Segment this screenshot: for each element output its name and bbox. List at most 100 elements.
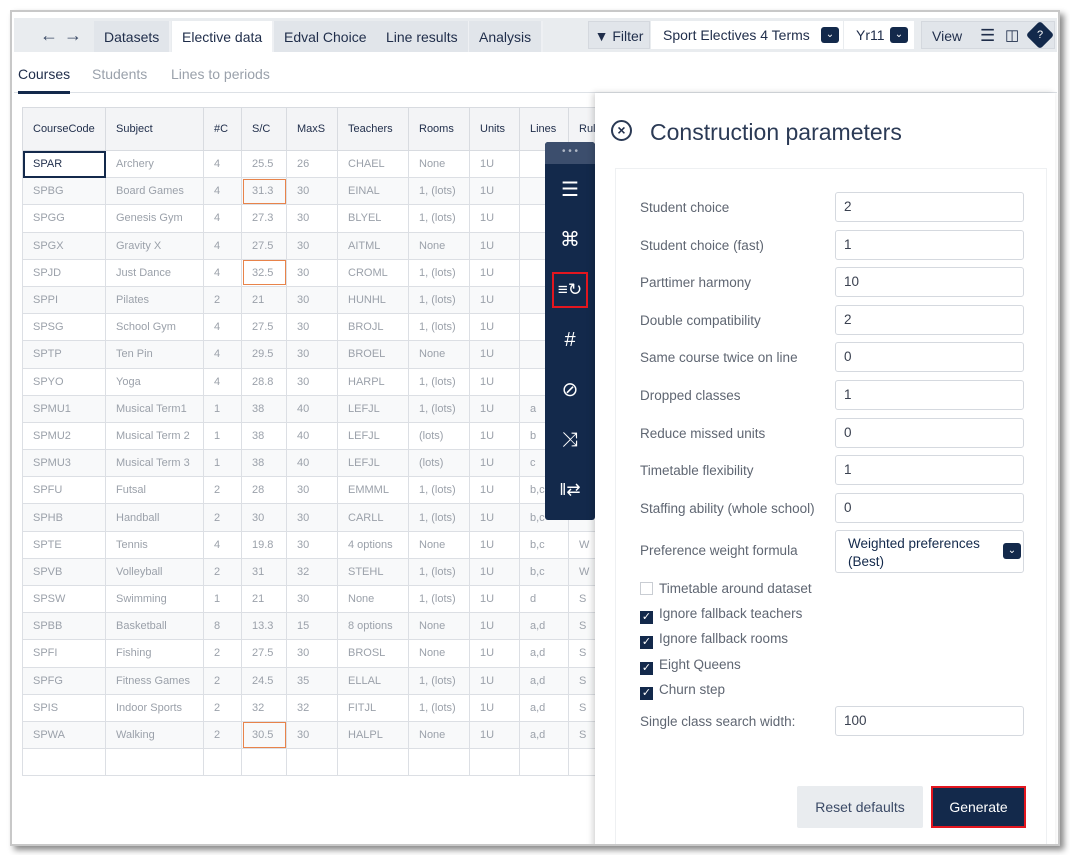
table-cell[interactable]: 1U	[469, 149, 520, 179]
table-cell[interactable]: d	[519, 584, 569, 614]
close-icon[interactable]: ×	[611, 120, 632, 141]
checkbox-item[interactable]: ✓ Ignore fallback rooms	[640, 631, 788, 649]
table-cell[interactable]: 1, (lots)	[408, 285, 470, 315]
table-cell[interactable]: 1	[203, 394, 242, 423]
table-cell[interactable]: None	[408, 231, 470, 260]
filter-button[interactable]: ▼ Filter	[588, 21, 650, 49]
table-cell[interactable]: 8	[203, 612, 242, 641]
table-cell[interactable]: 2	[203, 557, 242, 587]
table-cell[interactable]: SPGG	[22, 204, 106, 233]
table-row[interactable]: SPHB Handball 2 30 30 CARLL 1, (lots) 1U b,c	[22, 503, 609, 532]
table-cell[interactable]: Archery	[105, 149, 204, 179]
table-cell[interactable]: HALPL	[337, 720, 409, 750]
table-cell[interactable]	[105, 748, 204, 777]
table-row[interactable]: SPVB Volleyball 2 31 32 STEHL 1, (lots) 1U b,c W	[22, 557, 609, 587]
layout-icon[interactable]: ◫	[1005, 22, 1019, 50]
table-cell[interactable]: 1, (lots)	[408, 584, 470, 614]
column-header[interactable]: CourseCode	[22, 107, 106, 151]
table-cell[interactable]: SPAR	[22, 149, 106, 179]
table-cell[interactable]: BROSL	[337, 639, 409, 668]
table-cell[interactable]: SPJD	[22, 258, 106, 287]
table-cell[interactable]: STEHL	[337, 557, 409, 587]
table-cell[interactable]: 28	[241, 476, 287, 505]
column-header[interactable]: S/C	[241, 107, 287, 151]
column-header[interactable]: MaxS	[286, 107, 338, 151]
table-cell[interactable]: 1U	[469, 285, 520, 315]
formula-select[interactable]: Weighted preferences (Best) ⌄	[835, 530, 1024, 573]
table-cell[interactable]: 8 options	[337, 612, 409, 641]
table-row[interactable]: SPMU3 Musical Term 3 1 38 40 LEFJL (lots) 1U c	[22, 449, 609, 478]
table-cell[interactable]: 30	[286, 231, 338, 260]
table-row[interactable]: SPFG Fitness Games 2 24.5 35 ELLAL 1, (lots) 1U…	[22, 666, 609, 695]
table-cell[interactable]: 1, (lots)	[408, 666, 470, 695]
table-cell[interactable]: 1U	[469, 530, 520, 559]
table-cell[interactable]: 1, (lots)	[408, 693, 470, 722]
checkbox-item[interactable]: Timetable around dataset	[640, 581, 812, 596]
table-cell[interactable]: b,c	[519, 530, 569, 559]
table-row[interactable]: SPGG Genesis Gym 4 27.3 30 BLYEL 1, (lots) 1U	[22, 204, 609, 233]
table-row[interactable]: SPSG School Gym 4 27.5 30 BROJL 1, (lots) 1U	[22, 313, 609, 342]
table-cell[interactable]: FITJL	[337, 693, 409, 722]
table-cell[interactable]: 30	[286, 285, 338, 315]
table-cell[interactable]: 27.5	[241, 231, 287, 260]
table-cell[interactable]: Gravity X	[105, 231, 204, 260]
table-cell[interactable]: CROML	[337, 258, 409, 287]
table-cell[interactable]: 38	[241, 449, 287, 478]
table-cell[interactable]: 30	[286, 177, 338, 206]
table-cell[interactable]: Musical Term1	[105, 394, 204, 423]
table-row[interactable]: SPGX Gravity X 4 27.5 30 AITML None 1U	[22, 231, 609, 260]
field-input[interactable]: 2	[835, 304, 1024, 335]
table-row[interactable]: SPMU2 Musical Term 2 1 38 40 LEFJL (lots) 1U b	[22, 421, 609, 451]
hash-icon[interactable]: #	[552, 322, 588, 358]
table-cell[interactable]: Musical Term 3	[105, 449, 204, 478]
table-cell[interactable]: 1U	[469, 258, 520, 287]
tab-edval-choice[interactable]: Edval Choice	[274, 21, 379, 52]
table-cell[interactable]: 1, (lots)	[408, 258, 470, 287]
subtab-lines-to-periods[interactable]: Lines to periods	[171, 66, 270, 82]
table-row[interactable]: SPAR Archery 4 25.5 26 CHAEL None 1U	[22, 149, 609, 179]
table-cell[interactable]: 4	[203, 340, 242, 369]
table-cell[interactable]: SPWA	[22, 720, 106, 750]
table-cell[interactable]: Tennis	[105, 530, 204, 559]
table-cell[interactable]: None	[408, 340, 470, 369]
table-cell[interactable]: 2	[203, 693, 242, 722]
table-cell[interactable]: 1U	[469, 394, 520, 423]
table-cell[interactable]: 25.5	[241, 149, 287, 179]
table-cell[interactable]: 30	[286, 367, 338, 396]
table-cell[interactable]: a,d	[519, 612, 569, 641]
table-cell[interactable]: Fishing	[105, 639, 204, 668]
table-row[interactable]: SPBB Basketball 8 13.3 15 8 options None 1U a,d S	[22, 612, 609, 641]
field-input[interactable]: 2	[835, 192, 1024, 222]
table-cell[interactable]: 2	[203, 503, 242, 532]
table-cell[interactable]: 1, (lots)	[408, 177, 470, 206]
table-cell[interactable]	[519, 748, 569, 777]
table-cell[interactable]: 30	[286, 313, 338, 342]
checkbox-checked-icon[interactable]: ✓	[640, 611, 653, 624]
table-cell[interactable]: 26	[286, 149, 338, 179]
table-cell[interactable]: Ten Pin	[105, 340, 204, 369]
table-cell[interactable]: 1U	[469, 693, 520, 722]
table-cell[interactable]: SPPI	[22, 285, 106, 315]
field-input[interactable]: 0	[835, 342, 1024, 373]
table-cell[interactable]: b,c	[519, 557, 569, 587]
table-cell[interactable]: 1U	[469, 584, 520, 614]
column-header[interactable]: Subject	[105, 107, 204, 151]
table-cell[interactable]: 1U	[469, 639, 520, 668]
table-cell[interactable]: SPFG	[22, 666, 106, 695]
table-cell[interactable]: 4	[203, 204, 242, 233]
subtab-students[interactable]: Students	[92, 66, 147, 82]
checkbox-item[interactable]: ✓ Eight Queens	[640, 657, 741, 675]
table-cell[interactable]: 32.5	[241, 258, 287, 287]
table-cell[interactable]: 30	[286, 584, 338, 614]
table-cell[interactable]: 30	[286, 530, 338, 559]
shuffle-icon[interactable]: ⤨	[552, 422, 588, 458]
table-cell[interactable]: 2	[203, 666, 242, 695]
table-cell[interactable]: 1, (lots)	[408, 503, 470, 532]
table-row[interactable]: SPPI Pilates 2 21 30 HUNHL 1, (lots) 1U	[22, 285, 609, 315]
table-cell[interactable]	[337, 748, 409, 777]
field-input[interactable]: 1	[835, 229, 1024, 260]
table-cell[interactable]: 24.5	[241, 666, 287, 695]
field-input[interactable]: 0	[835, 492, 1024, 523]
table-cell[interactable]	[22, 748, 106, 777]
table-cell[interactable]: EMMML	[337, 476, 409, 505]
